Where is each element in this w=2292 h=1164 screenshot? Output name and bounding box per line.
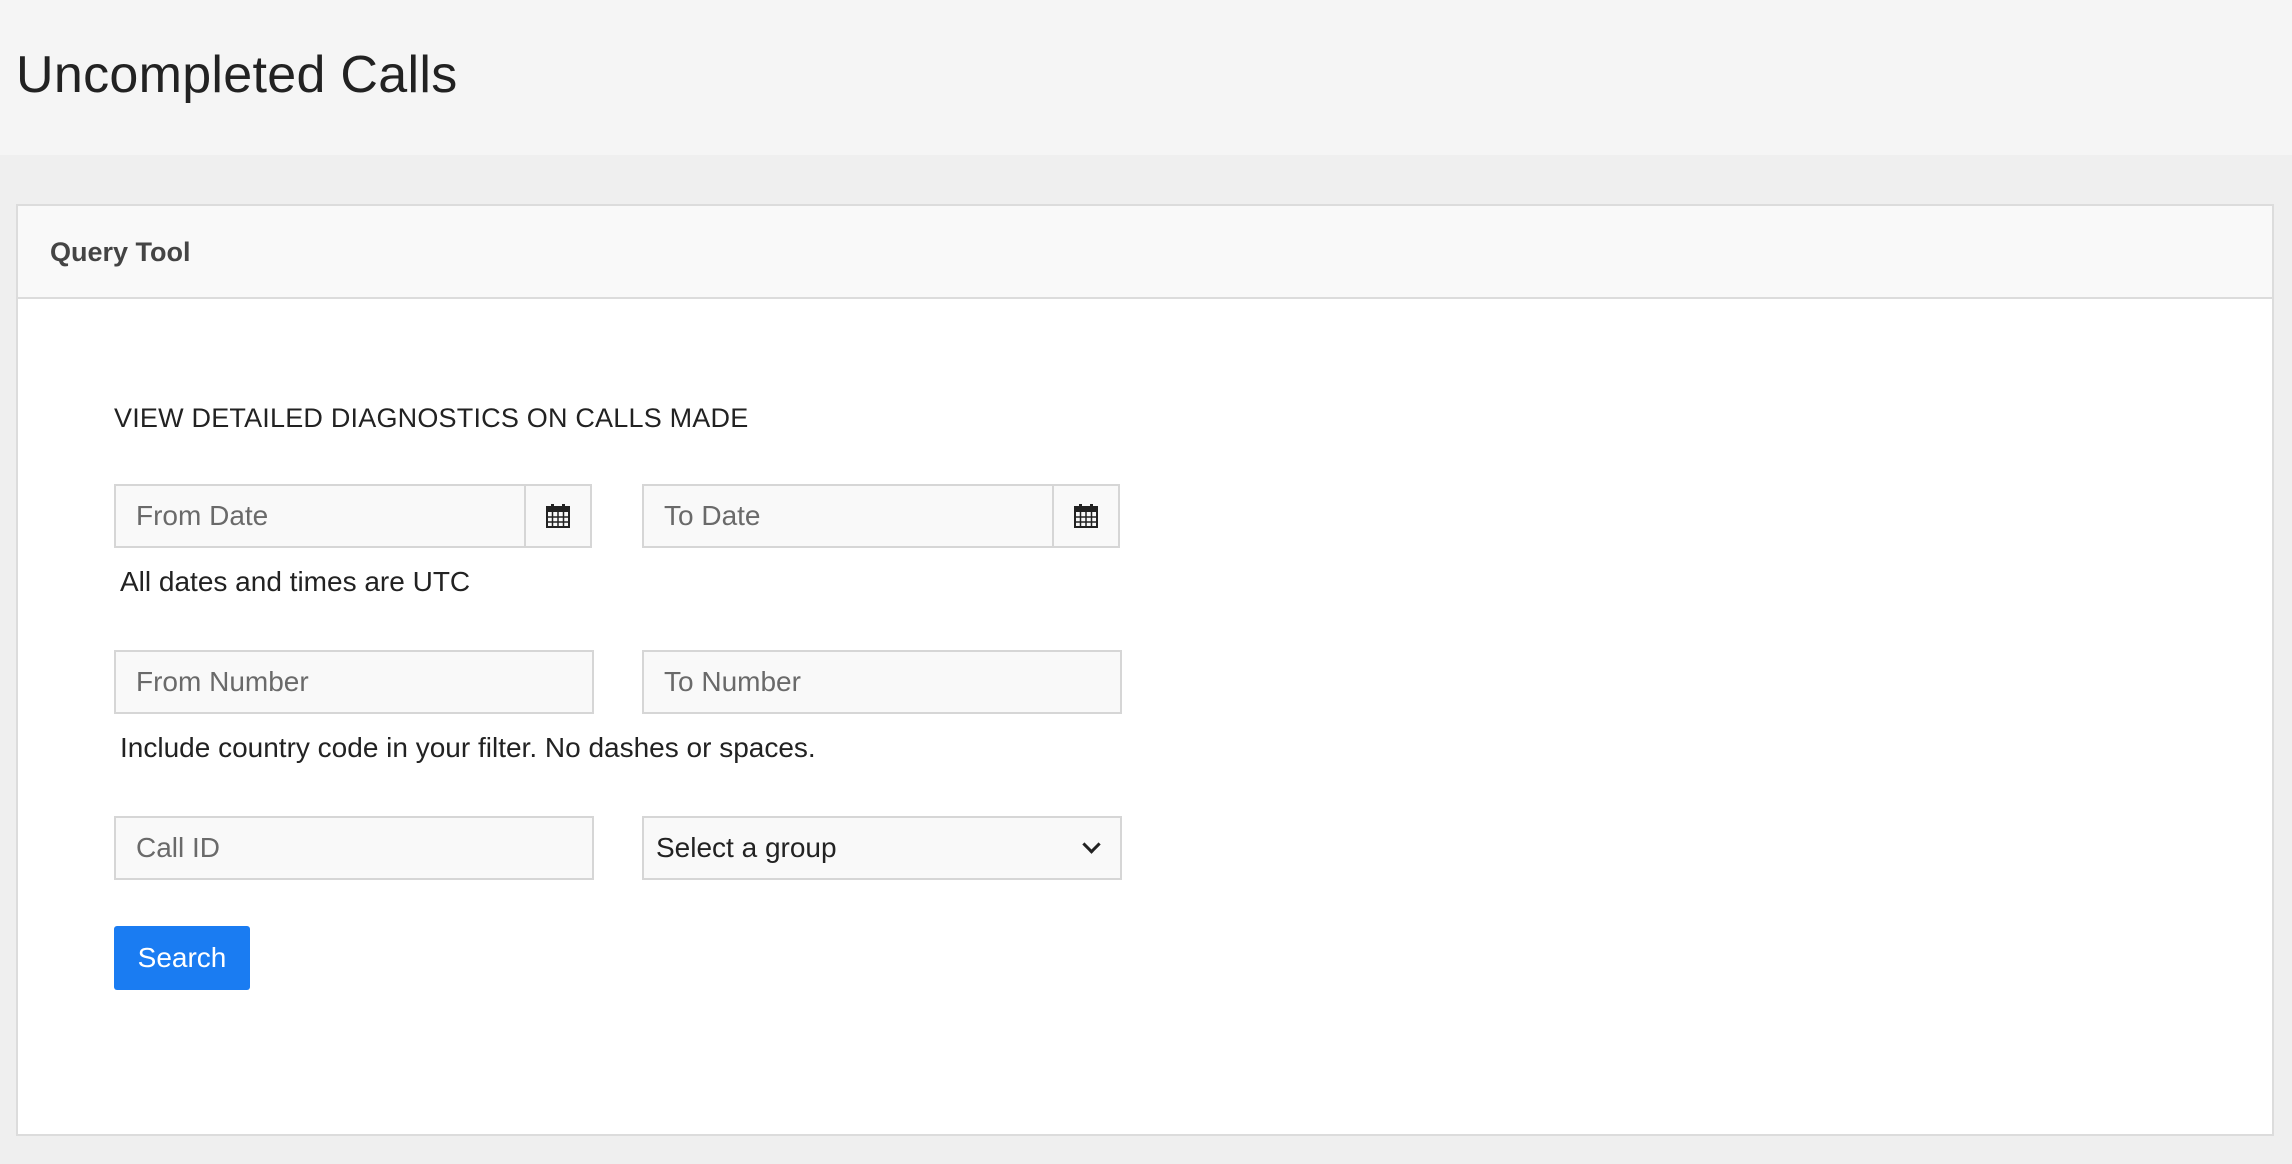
page-header: Uncompleted Calls (0, 0, 2292, 155)
card-title: Query Tool (50, 237, 191, 267)
call-id-input[interactable] (114, 816, 594, 880)
from-date-calendar-button[interactable] (524, 484, 592, 548)
to-date-input[interactable] (642, 484, 1054, 548)
from-date-input[interactable] (114, 484, 526, 548)
to-date-calendar-button[interactable] (1052, 484, 1120, 548)
from-number-input[interactable] (114, 650, 594, 714)
query-tool-card: Query Tool VIEW DETAILED DIAGNOSTICS ON … (16, 204, 2274, 1136)
page-title: Uncompleted Calls (16, 46, 458, 104)
group-select[interactable]: Select a group (642, 816, 1122, 880)
calendar-icon (1074, 504, 1098, 528)
number-help-text: Include country code in your filter. No … (120, 732, 816, 763)
to-number-input[interactable] (642, 650, 1122, 714)
search-button[interactable]: Search (114, 926, 250, 990)
calendar-icon (546, 504, 570, 528)
card-header: Query Tool (18, 206, 2272, 299)
chevron-down-icon (1082, 834, 1101, 854)
group-select-value: Select a group (656, 832, 837, 863)
intro-text: VIEW DETAILED DIAGNOSTICS ON CALLS MADE (114, 403, 749, 433)
date-help-text: All dates and times are UTC (120, 566, 471, 597)
